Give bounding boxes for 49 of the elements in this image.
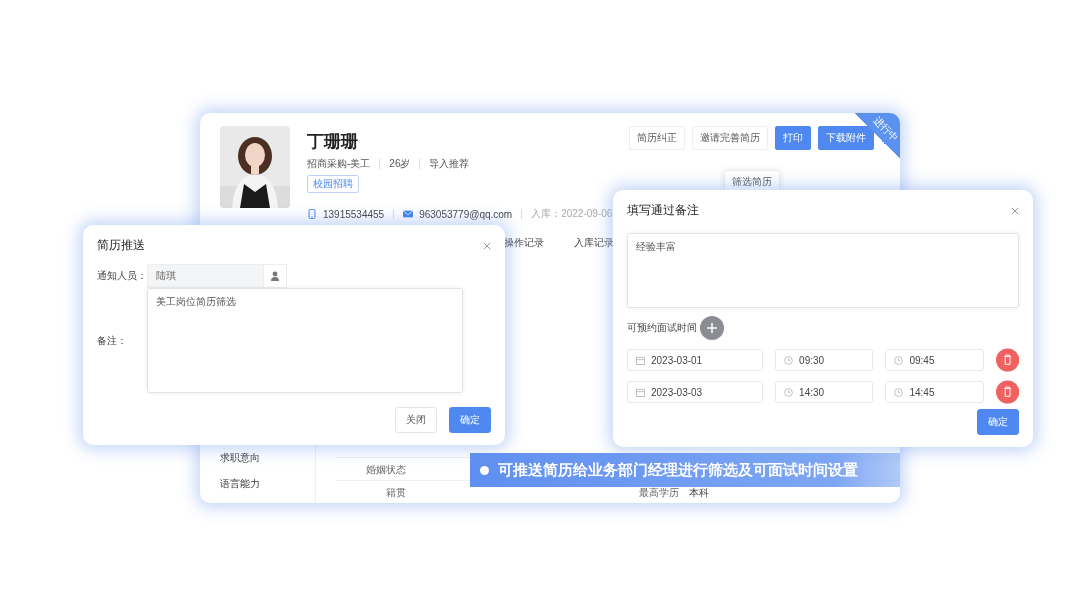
recipient-field[interactable]: 陆琪 <box>147 264 287 288</box>
caption-text: 可推送简历给业务部门经理进行筛选及可面试时间设置 <box>498 460 858 480</box>
field-label: 籍贯 <box>385 486 406 500</box>
delete-icon[interactable] <box>995 380 1019 404</box>
remark-field[interactable]: 美工岗位简历筛选 <box>147 288 463 393</box>
time-field[interactable]: 14:30 <box>775 381 874 403</box>
dialog-button[interactable]: 关闭 <box>395 407 437 433</box>
field-label: 最高学历 <box>639 486 679 500</box>
calendar-icon <box>636 355 645 365</box>
dialog-title: 填写通过备注 <box>627 202 699 219</box>
mail-icon <box>403 209 414 219</box>
close-icon[interactable] <box>483 241 491 250</box>
field-label: 通知人员： <box>97 269 147 283</box>
field-label: 婚姻状态 <box>365 463 406 477</box>
bullet-icon <box>480 465 489 475</box>
remark-field[interactable]: 经验丰富 <box>627 233 1019 308</box>
date-field[interactable]: 2023-03-01 <box>627 349 764 371</box>
phone-number: 13915534455 <box>323 208 385 220</box>
clock-icon <box>894 355 904 365</box>
close-icon[interactable] <box>1011 206 1019 215</box>
calendar-icon <box>636 387 645 397</box>
candidate-name: 丁珊珊 <box>307 131 358 153</box>
entry-date: 入库：2022-09-06 <box>531 207 613 221</box>
phone-icon <box>307 209 317 219</box>
tab[interactable]: 操作记录 <box>500 232 548 254</box>
time-field[interactable]: 09:45 <box>885 349 984 371</box>
clock-icon <box>784 355 794 365</box>
tag: 校园招聘 <box>307 175 359 193</box>
action-button[interactable]: 邀请完善简历 <box>692 126 769 150</box>
profile-detail: 导入推荐 <box>429 157 470 171</box>
sidebar-item[interactable]: 语言能力 <box>220 477 315 491</box>
field-label: 备注： <box>97 333 128 348</box>
sidebar-item[interactable]: 求职意向 <box>220 451 315 465</box>
action-button[interactable]: 简历纠正 <box>629 126 686 150</box>
clock-icon <box>894 387 904 397</box>
profile-detail: 招商采购-美工 <box>307 157 371 171</box>
profile-detail: 26岁 <box>389 157 411 171</box>
field-value: 本科 <box>688 486 709 500</box>
time-field[interactable]: 14:45 <box>885 381 984 403</box>
clock-icon <box>784 387 794 397</box>
dialog-title: 简历推送 <box>97 237 145 254</box>
add-icon[interactable] <box>700 316 724 340</box>
delete-icon[interactable] <box>995 348 1019 372</box>
person-icon[interactable] <box>270 271 280 281</box>
email-address: 963053779@qq.com <box>419 208 513 220</box>
date-field[interactable]: 2023-03-03 <box>627 381 764 403</box>
tab[interactable]: 入库记录 <box>570 232 618 254</box>
section-label: 可预约面试时间 <box>627 321 697 335</box>
time-field[interactable]: 09:30 <box>775 349 874 371</box>
